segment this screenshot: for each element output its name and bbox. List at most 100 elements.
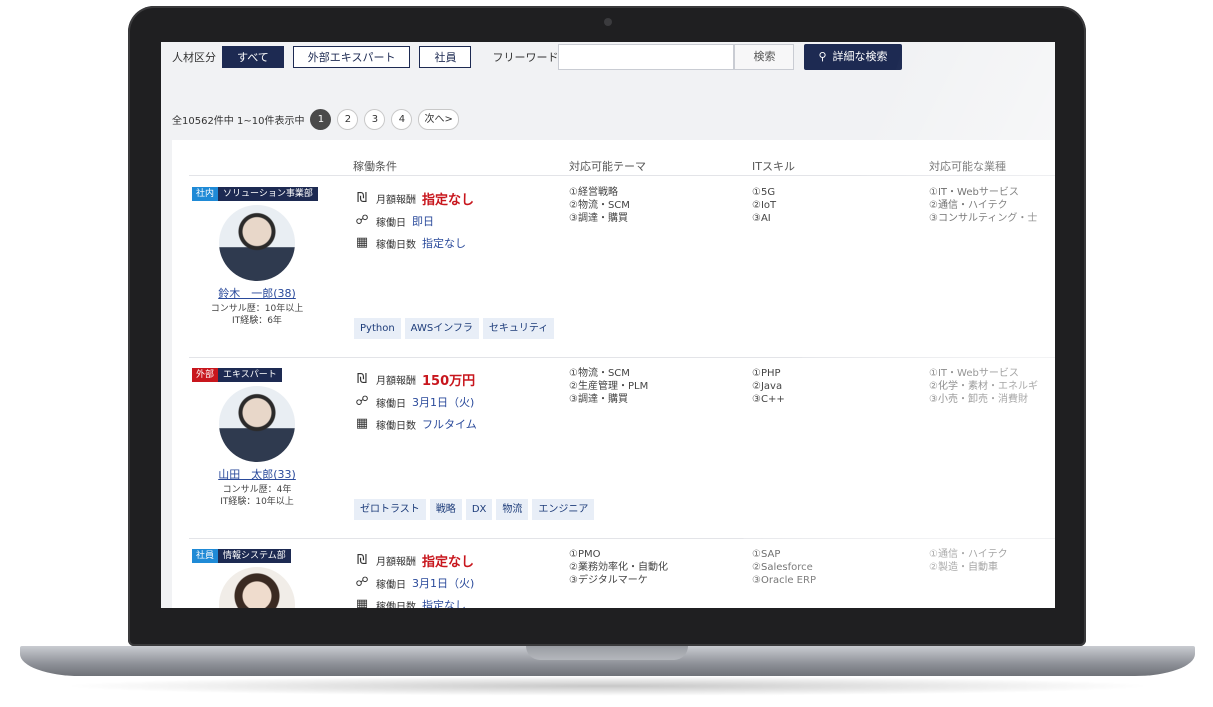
days-value: フルタイム <box>422 418 477 431</box>
themes-list: ①PMO ②業務効率化・自動化 ③デジタルマーケ <box>569 548 668 587</box>
row-divider <box>189 538 1055 539</box>
talent-list: 稼働条件 対応可能テーマ ITスキル 対応可能な業種 社内 ソリューション事業部… <box>172 140 1055 608</box>
person-name-link[interactable]: 鈴木 一郎(38) <box>172 285 342 301</box>
page-1-button[interactable]: 1 <box>310 109 332 130</box>
industries-list: ①IT・Webサービス ②通信・ハイテク ③コンサルティング・士 <box>929 186 1037 225</box>
type-badge: 外部 <box>192 368 219 382</box>
type-badge: 社員 <box>192 549 219 563</box>
page-4-button[interactable]: 4 <box>391 109 413 130</box>
start-value: 即日 <box>412 215 434 228</box>
skills-list: ①SAP ②Salesforce ③Oracle ERP <box>752 548 816 587</box>
freeword-input[interactable] <box>558 44 735 70</box>
industries-list: ①IT・Webサービス ②化学・素材・エネルギ ③小売・卸売・消費財 <box>929 367 1038 406</box>
fee-value: 指定なし <box>422 193 475 208</box>
filter-bar: 人材区分 すべて 外部エキスパート 社員 フリーワード 検索 ⚲ 詳細な検索 <box>161 42 1055 72</box>
themes-list: ①物流・SCM ②生産管理・PLM ③調達・購買 <box>569 367 648 406</box>
fee-condition: ₪ 月額報酬 150万円 <box>354 370 476 390</box>
skill-tag[interactable]: 戦略 <box>429 499 462 520</box>
days-label: 稼働日数 <box>376 420 416 432</box>
start-value: 3月1日（火) <box>412 396 475 409</box>
theme-item: ②業務効率化・自動化 <box>569 562 668 573</box>
advanced-search-label: 詳細な検索 <box>832 50 888 63</box>
skill-tag[interactable]: 物流 <box>496 499 529 520</box>
fee-value: 150万円 <box>422 374 476 389</box>
industry-item: ①通信・ハイテク <box>929 549 1008 560</box>
skill-item: ①PHP <box>752 368 781 379</box>
skill-tag[interactable]: DX <box>465 499 493 520</box>
theme-item: ①経営戦略 <box>569 187 618 198</box>
handshake-icon: ☍ <box>355 213 369 228</box>
avatar <box>219 567 295 608</box>
filter-employee-button[interactable]: 社員 <box>419 46 472 68</box>
column-header-themes: 対応可能テーマ <box>569 160 646 173</box>
handshake-icon: ☍ <box>355 394 369 409</box>
fee-label: 月額報酬 <box>376 195 416 206</box>
tag-list: ゼロトラスト 戦略 DX 物流 エンジニア <box>354 499 598 520</box>
department-badge: 社内 ソリューション事業部 <box>192 187 318 201</box>
result-summary: 全10562件中 1~10件表示中 <box>172 116 305 127</box>
next-page-button[interactable]: 次へ> <box>418 109 459 130</box>
skill-item: ③C++ <box>752 394 785 405</box>
start-condition: ☍ 稼働日 3月1日（火) <box>354 394 474 410</box>
fee-condition: ₪ 月額報酬 指定なし <box>354 189 475 209</box>
industry-item: ①IT・Webサービス <box>929 368 1019 379</box>
skill-tag[interactable]: Python <box>354 318 401 339</box>
fee-condition: ₪ 月額報酬 指定なし <box>354 551 474 571</box>
fee-label: 月額報酬 <box>376 376 416 387</box>
days-condition: ▦ 稼働日数 指定なし <box>354 597 466 608</box>
search-button[interactable]: 検索 <box>734 44 795 70</box>
filter-all-button[interactable]: すべて <box>222 46 284 68</box>
skill-item: ①SAP <box>752 549 781 560</box>
pagination: 全10562件中 1~10件表示中 1 2 3 4 次へ> <box>172 109 459 130</box>
themes-list: ①経営戦略 ②物流・SCM ③調達・購買 <box>569 186 630 225</box>
filter-external-expert-button[interactable]: 外部エキスパート <box>292 46 411 68</box>
industry-item: ②製造・自動車 <box>929 562 998 573</box>
skills-list: ①PHP ②Java ③C++ <box>752 367 785 406</box>
calendar-icon: ▦ <box>355 416 369 431</box>
page-2-button[interactable]: 2 <box>337 109 359 130</box>
theme-item: ②物流・SCM <box>569 200 630 211</box>
skill-item: ③AI <box>752 213 771 224</box>
theme-item: ③調達・購買 <box>569 213 628 224</box>
avatar <box>219 205 295 281</box>
avatar <box>219 386 295 462</box>
days-value: 指定なし <box>422 237 466 250</box>
days-label: 稼働日数 <box>376 239 416 251</box>
start-condition: ☍ 稼働日 即日 <box>354 213 434 229</box>
calendar-icon: ▦ <box>355 597 369 608</box>
fee-label: 月額報酬 <box>376 557 416 568</box>
department-name: 情報システム部 <box>218 549 291 563</box>
skill-tag[interactable]: エンジニア <box>532 499 595 520</box>
skill-tag[interactable]: ゼロトラスト <box>354 499 426 520</box>
screen: 人材区分 すべて 外部エキスパート 社員 フリーワード 検索 ⚲ 詳細な検索 全… <box>161 42 1055 608</box>
page-3-button[interactable]: 3 <box>364 109 386 130</box>
freeword-label: フリーワード <box>492 51 559 64</box>
days-condition: ▦ 稼働日数 指定なし <box>354 235 466 251</box>
industry-item: ③小売・卸売・消費財 <box>929 394 1028 405</box>
column-header-conditions: 稼働条件 <box>353 160 397 173</box>
skill-item: ③Oracle ERP <box>752 575 816 586</box>
person-name-link[interactable]: 山田 太郎(33) <box>172 466 342 482</box>
industry-item: ③コンサルティング・士 <box>929 213 1038 224</box>
camera-icon <box>604 18 612 26</box>
handshake-icon: ☍ <box>355 575 369 590</box>
theme-item: ①PMO <box>569 549 601 560</box>
skill-tag[interactable]: セキュリティ <box>482 318 555 339</box>
laptop-shadow <box>60 676 1155 696</box>
industry-item: ①IT・Webサービス <box>929 187 1019 198</box>
column-header-it-skills: ITスキル <box>752 160 795 173</box>
money-icon: ₪ <box>356 371 368 387</box>
skill-item: ①5G <box>752 187 776 198</box>
calendar-icon: ▦ <box>355 235 369 250</box>
column-header-industries: 対応可能な業種 <box>929 160 1006 173</box>
laptop-notch <box>526 646 688 660</box>
money-icon: ₪ <box>356 190 368 206</box>
row-divider <box>189 357 1055 358</box>
industries-list: ①通信・ハイテク ②製造・自動車 <box>929 548 1008 574</box>
money-icon: ₪ <box>356 552 368 568</box>
days-label: 稼働日数 <box>376 601 416 609</box>
theme-item: ③調達・購買 <box>569 394 628 405</box>
advanced-search-button[interactable]: ⚲ 詳細な検索 <box>804 44 902 70</box>
skill-tag[interactable]: AWSインフラ <box>404 318 479 339</box>
skill-item: ②Salesforce <box>752 562 813 573</box>
